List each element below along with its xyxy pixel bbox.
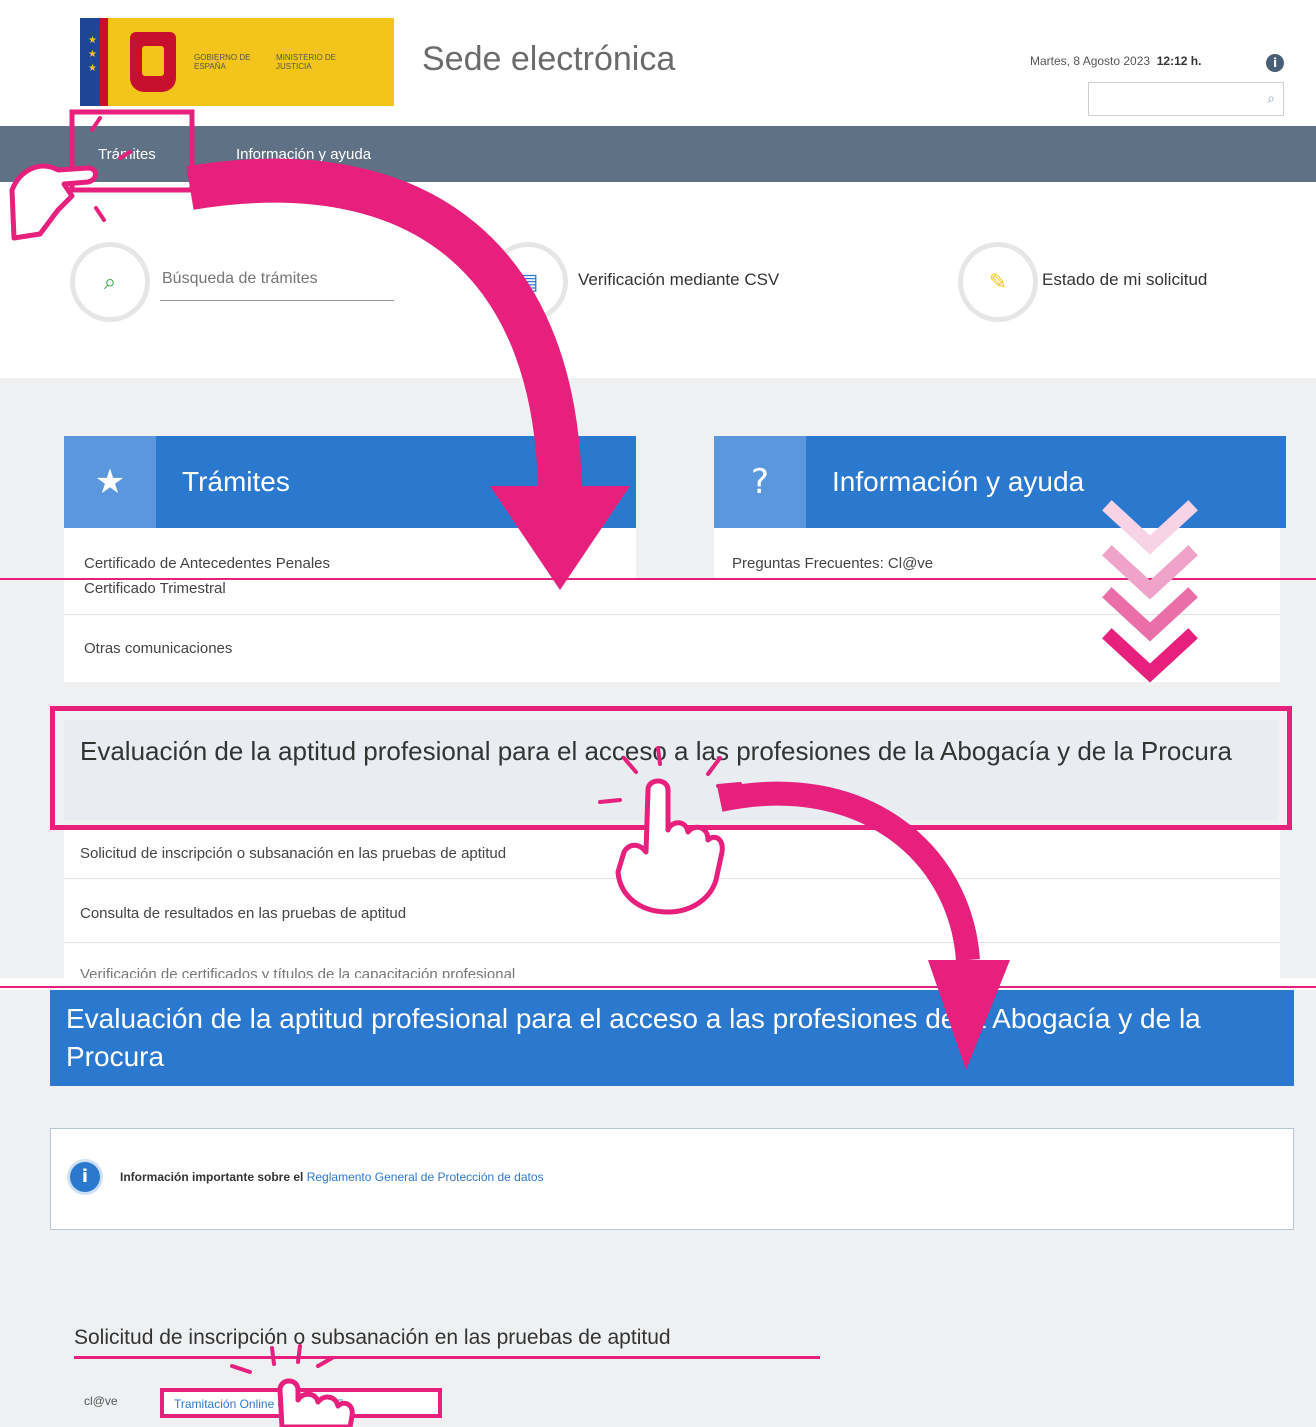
row-otras-comunicaciones[interactable]: Otras comunicaciones [84,640,232,657]
date-time: Martes, 8 Agosto 2023 12:12 h. [1030,54,1201,68]
panel-ayuda-title: Información y ayuda [832,466,1085,497]
screenshot-cut-line [0,578,1316,580]
header-search-input[interactable]: ⌕ [1088,82,1284,116]
logo-government-text: GOBIERNO DE ESPAÑA [194,53,251,71]
current-date: Martes, 8 Agosto 2023 [1030,54,1151,68]
detail-title: Evaluación de la aptitud profesional par… [66,1003,1201,1072]
site-title: Sede electrónica [422,40,676,78]
main-nav [0,126,1316,182]
star-icon: ★ [64,436,156,528]
notice-text: Información importante sobre el Reglamen… [120,1170,544,1184]
nav-item-informacion-ayuda[interactable]: Información y ayuda [236,146,371,163]
clave-logo: cl@ve [84,1394,118,1408]
row-divider [64,878,1280,879]
row-verificacion-certificados[interactable]: Verificación de certificados y títulos d… [80,966,515,978]
gdpr-link[interactable]: Reglamento General de Protección de dato… [307,1170,544,1184]
tramites-search-input[interactable] [160,258,394,301]
panel-ayuda-header[interactable]: ? Información y ayuda [714,436,1286,528]
search-icon[interactable]: ⌕ [70,242,150,322]
notice-label: Información importante sobre el [120,1170,304,1184]
question-icon: ? [714,436,806,528]
coat-of-arms-icon [130,32,176,92]
panel-tramites-title: Trámites [182,466,290,497]
current-time: 12:12 h. [1156,54,1202,68]
logo-ministry-text: MINISTERIO DE JUSTICIA [276,53,337,71]
csv-verification-icon[interactable]: ▤ [488,242,568,322]
search-icon[interactable]: ⌕ [1267,91,1275,107]
section-title-solicitud: Solicitud de inscripción o subsanación e… [74,1326,671,1349]
row-divider [64,942,1280,943]
site-logo[interactable]: ★ ★ ★ GOBIERNO DE ESPAÑA MINISTERIO DE JUS… [80,18,394,106]
row-consulta-resultados[interactable]: Consulta de resultados en las pruebas de… [80,905,406,922]
eu-flag-icon: ★ ★ ★ [80,18,108,106]
row-certificado-trimestral[interactable]: Certificado Trimestral [84,580,226,597]
info-icon[interactable]: i [1266,54,1284,72]
panel-ayuda-body [714,528,1280,580]
info-icon: i [70,1162,100,1192]
pencil-icon[interactable]: ✎ [958,242,1038,322]
row-antecedentes-penales[interactable]: Certificado de Antecedentes Penales [84,555,330,572]
panel-tramites-header[interactable]: ★ Trámites [64,436,636,528]
row-divider [64,614,1280,615]
row-preguntas-clave[interactable]: Preguntas Frecuentes: Cl@ve [732,555,933,572]
panel-tramites-body [64,528,636,580]
panel-continued-body [64,580,1280,682]
title-underline-highlight [74,1356,820,1359]
screenshot-cut-line [0,986,1316,988]
request-status-link[interactable]: Estado de mi solicitud [1042,270,1207,290]
csv-verification-link[interactable]: Verificación mediante CSV [578,270,779,290]
row-solicitud-inscripcion[interactable]: Solicitud de inscripción o subsanación e… [80,845,506,862]
nav-item-tramites[interactable]: Trámites [98,146,156,163]
clave-online-link[interactable]: Tramitación Online con CL@VE [160,1388,442,1418]
highlight-evaluation [50,706,1292,830]
